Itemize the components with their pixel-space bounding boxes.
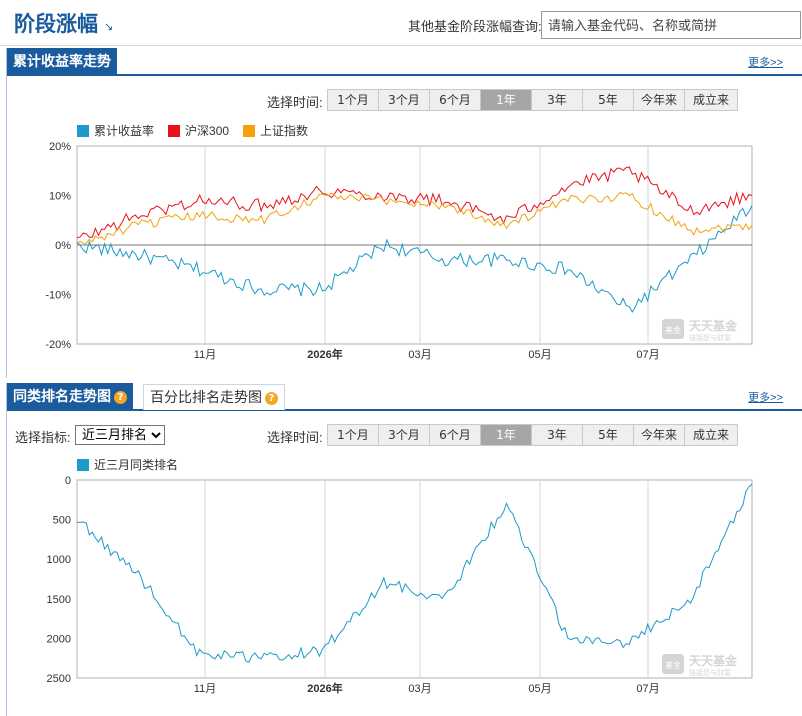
period-option[interactable]: 1年 <box>481 90 532 110</box>
period-option[interactable]: 6个月 <box>430 90 481 110</box>
x-tick-label: 11月 <box>194 349 216 361</box>
period-option[interactable]: 今年来 <box>634 90 685 110</box>
y-tick-label: 20% <box>49 141 71 153</box>
y-tick-label: 10% <box>49 191 71 203</box>
section1-bar: 累计收益率走势 更多>> <box>7 48 802 76</box>
query-label: 其他基金阶段涨幅查询: <box>408 19 542 34</box>
period-selector-1: 1个月 3个月 6个月 1年 3年 5年 今年来 成立来 <box>327 89 738 111</box>
watermark-subtext: 链接您与财富 <box>689 333 731 342</box>
page-header: 阶段涨幅 ↘ 其他基金阶段涨幅查询: <box>0 0 802 46</box>
watermark-logo: 基金 天天基金链接您与财富 <box>662 318 738 342</box>
more-link-1[interactable]: 更多>> <box>748 54 783 70</box>
x-tick-label: 05月 <box>528 349 551 361</box>
period-option[interactable]: 成立来 <box>685 425 737 445</box>
x-tick-label: 07月 <box>636 349 659 361</box>
page-title: 阶段涨幅 <box>14 12 98 36</box>
x-tick-label: 2026年 <box>307 347 342 361</box>
x-tick-label: 03月 <box>408 683 431 695</box>
period-selector-2: 1个月 3个月 6个月 1年 3年 5年 今年来 成立来 <box>327 424 738 446</box>
period-option[interactable]: 5年 <box>583 90 634 110</box>
period-option[interactable]: 3年 <box>532 90 583 110</box>
period-option[interactable]: 今年来 <box>634 425 685 445</box>
period-option[interactable]: 3年 <box>532 425 583 445</box>
period-label-1: 选择时间: <box>267 95 323 110</box>
y-tick-label: 1500 <box>47 594 71 606</box>
x-tick-label: 11月 <box>194 683 216 695</box>
x-tick-label: 07月 <box>636 683 659 695</box>
more-link-2[interactable]: 更多>> <box>748 389 783 405</box>
tab-rank-trend-label: 同类排名走势图 <box>13 389 111 405</box>
watermark-badge-text: 基金 <box>665 660 681 670</box>
y-tick-label: 0% <box>55 240 71 252</box>
x-tick-label: 2026年 <box>307 681 342 695</box>
period-option[interactable]: 1个月 <box>328 425 379 445</box>
tab-return-trend[interactable]: 累计收益率走势 <box>7 48 117 76</box>
help-icon: ? <box>265 391 278 405</box>
watermark-badge-text: 基金 <box>665 325 681 335</box>
tab-percent-rank-label: 百分比排名走势图 <box>150 390 262 406</box>
y-tick-label: 2000 <box>47 633 71 645</box>
watermark-subtext: 链接您与财富 <box>689 668 731 677</box>
period-label-2: 选择时间: <box>267 430 323 445</box>
y-tick-label: -10% <box>45 290 71 302</box>
indicator-label: 选择指标: <box>15 430 71 445</box>
rank-chart: 11月 2026年 03月 05月 07月 0 500 1000 1500 2000 2500 基金天… <box>47 475 753 695</box>
period-option[interactable]: 1年 <box>481 425 532 445</box>
return-chart: 11月 2026年 03月 05月 07月 20% 10% 0% -10% -20% 基金 天天基金链… <box>45 141 753 361</box>
period-option[interactable]: 3个月 <box>379 425 430 445</box>
tab-percent-rank[interactable]: 百分比排名走势图? <box>143 384 285 410</box>
watermark-text: 天天基金 <box>689 653 738 668</box>
y-tick-label: 1000 <box>47 554 71 566</box>
period-option[interactable]: 5年 <box>583 425 634 445</box>
tab-rank-trend[interactable]: 同类排名走势图? <box>7 383 133 411</box>
plot-area <box>76 479 753 679</box>
fund-search-input[interactable] <box>541 11 801 39</box>
y-tick-label: 2500 <box>47 673 71 685</box>
period-option[interactable]: 6个月 <box>430 425 481 445</box>
x-tick-label: 05月 <box>528 683 551 695</box>
period-option[interactable]: 成立来 <box>685 90 737 110</box>
legend-swatch <box>77 458 89 471</box>
help-icon: ? <box>114 390 127 404</box>
watermark-text: 天天基金 <box>689 318 738 333</box>
y-tick-label: -20% <box>45 339 71 351</box>
period-option[interactable]: 3个月 <box>379 90 430 110</box>
y-tick-label: 500 <box>53 515 71 527</box>
arrow-down-right-icon: ↘ <box>104 21 114 33</box>
watermark-logo: 基金 天天基金链接您与财富 <box>662 653 738 677</box>
period-option[interactable]: 1个月 <box>328 90 379 110</box>
x-tick-label: 03月 <box>408 349 431 361</box>
y-tick-label: 0 <box>65 475 71 487</box>
indicator-select[interactable]: 近三月排名 <box>75 425 165 445</box>
section2-bar: 同类排名走势图? 百分比排名走势图? 更多>> <box>7 383 802 411</box>
